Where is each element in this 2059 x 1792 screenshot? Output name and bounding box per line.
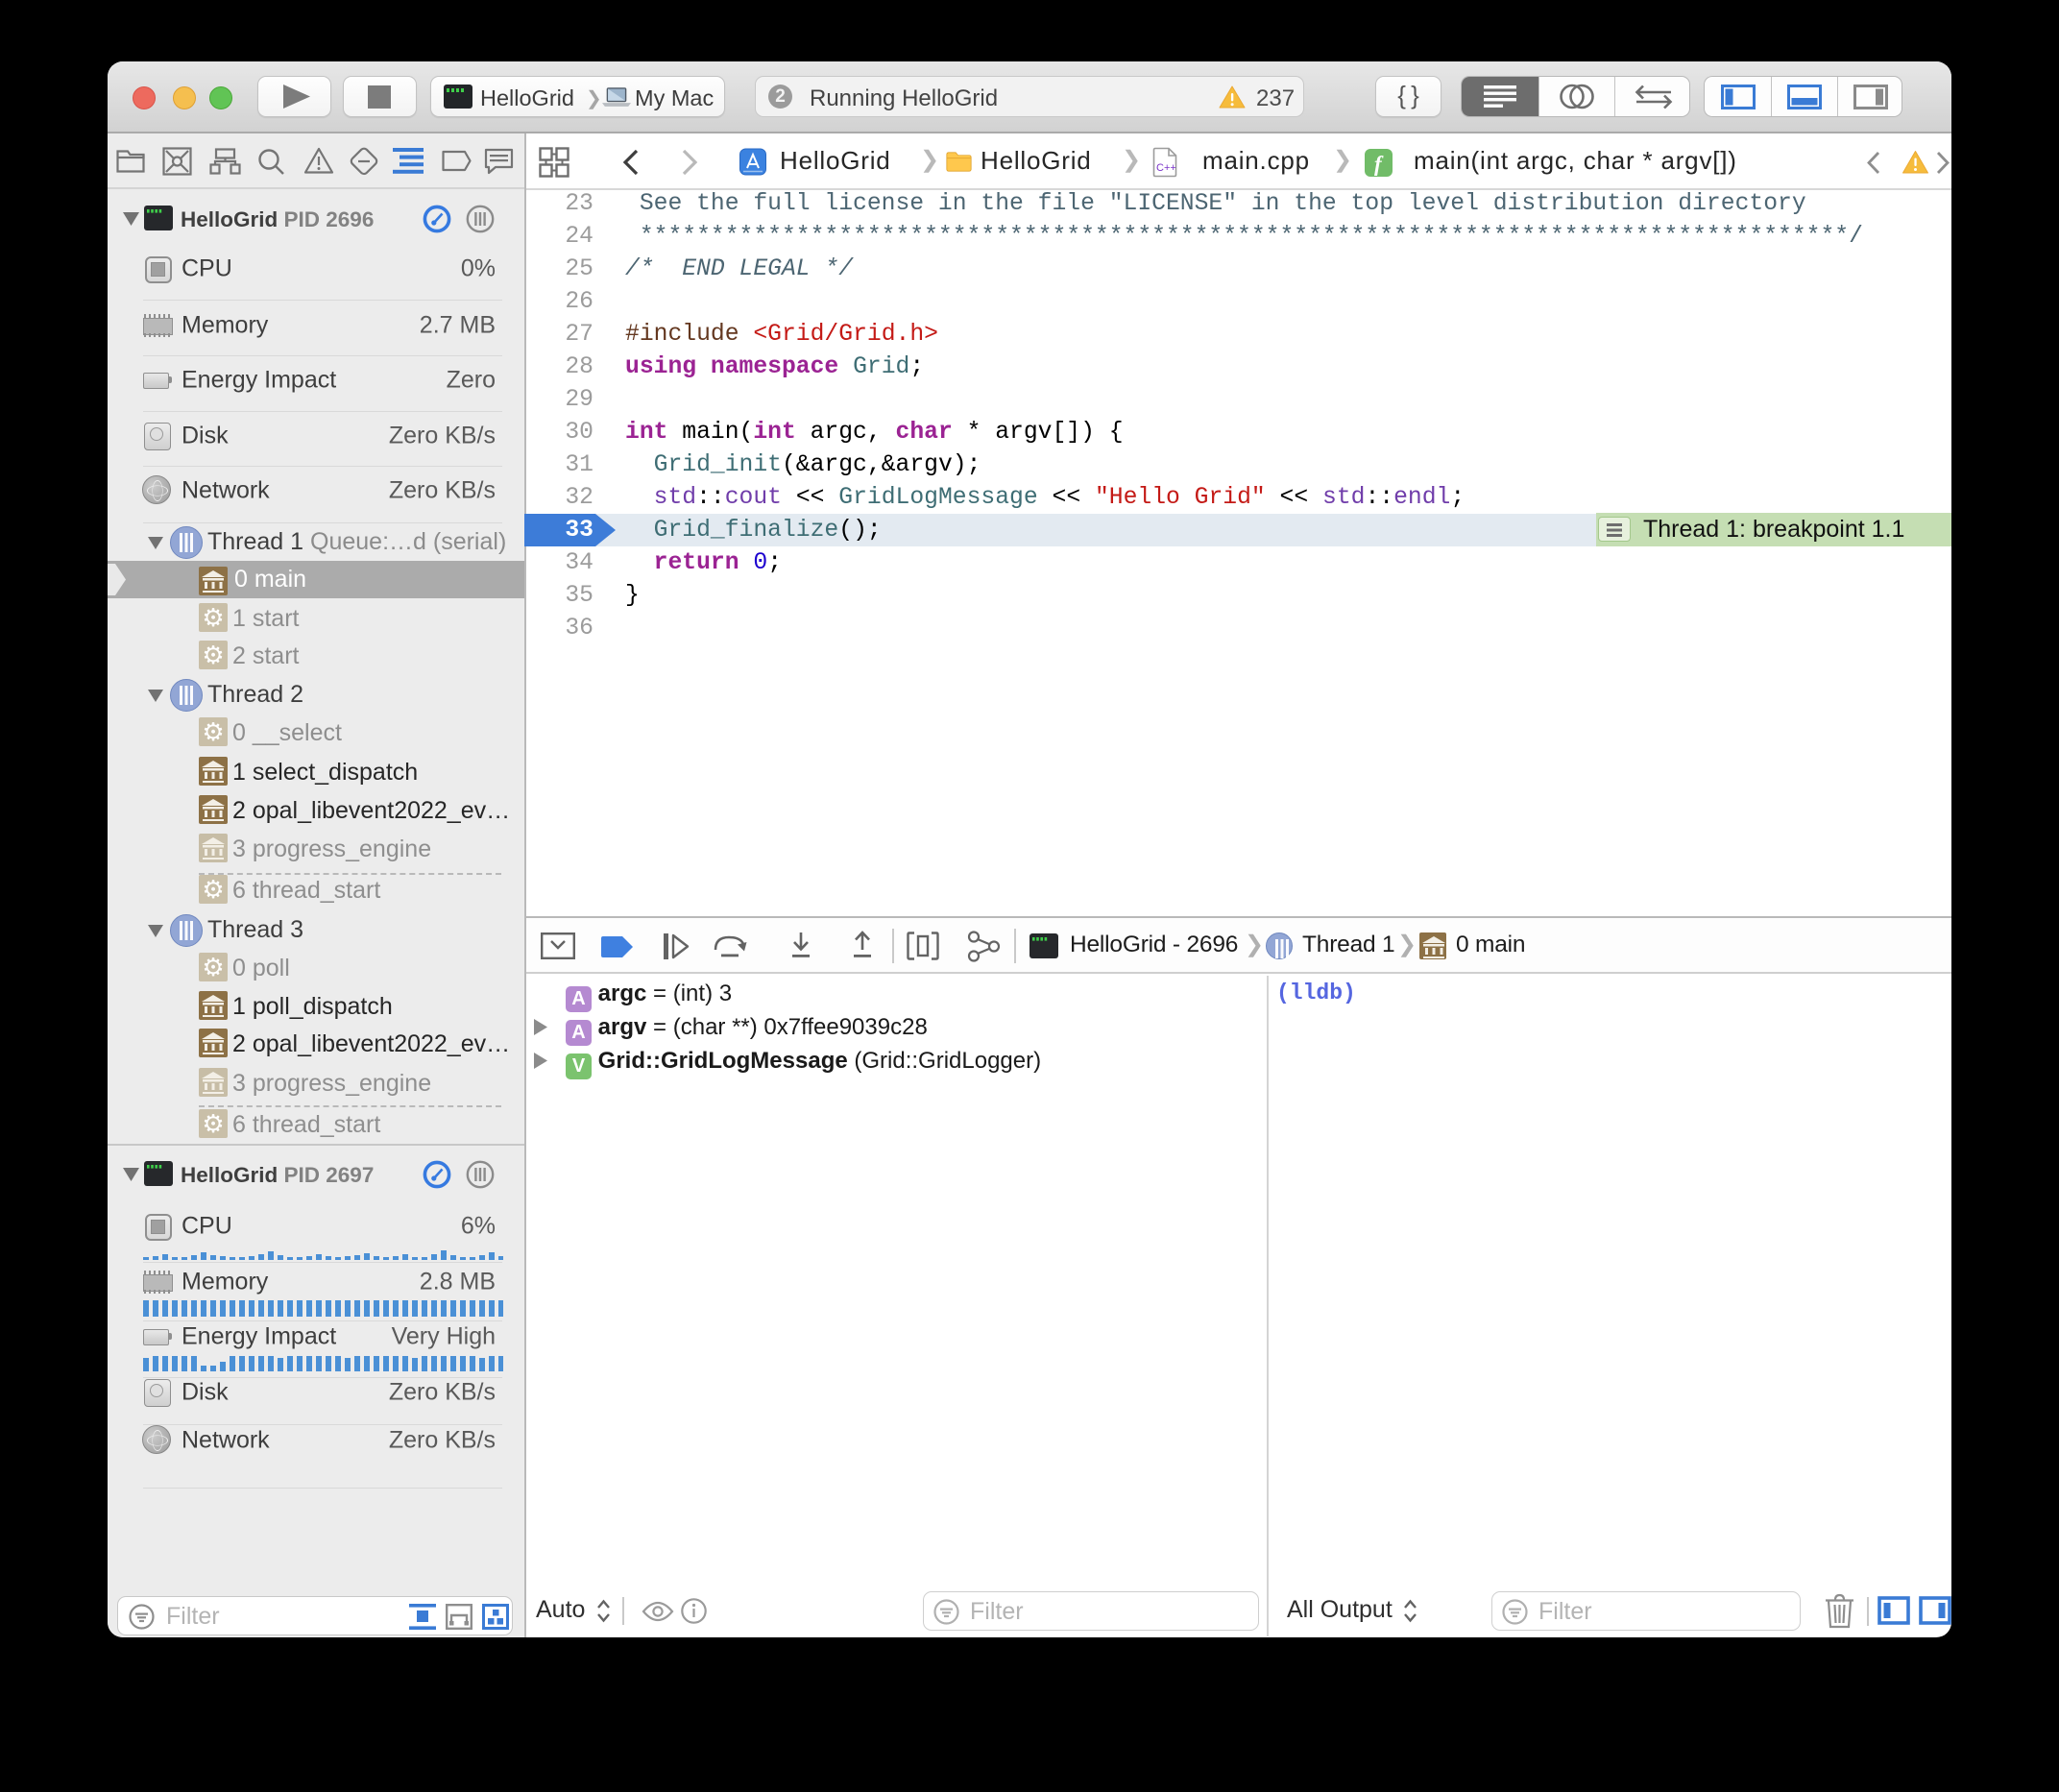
svg-text:C++: C++	[1156, 162, 1176, 174]
